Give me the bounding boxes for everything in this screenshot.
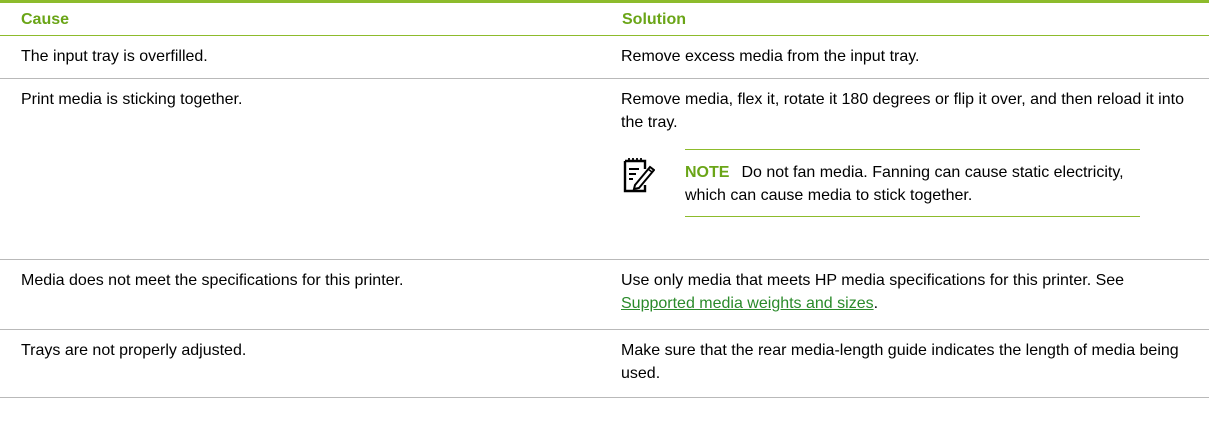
- table-row: Trays are not properly adjusted. Make su…: [0, 330, 1209, 398]
- supported-media-link[interactable]: Supported media weights and sizes: [621, 295, 874, 312]
- table-row: Media does not meet the specifications f…: [0, 260, 1209, 330]
- cause-cell: Print media is sticking together.: [21, 91, 243, 108]
- table-row: The input tray is overfilled. Remove exc…: [0, 36, 1209, 79]
- cause-cell: The input tray is overfilled.: [21, 48, 208, 65]
- troubleshooting-table: Cause Solution The input tray is overfil…: [0, 0, 1209, 398]
- table-row: Print media is sticking together. Remove…: [0, 79, 1209, 260]
- note-pencil-icon: [623, 158, 655, 193]
- cause-cell: Media does not meet the specifications f…: [21, 272, 404, 289]
- solution-text: Use only media that meets HP media speci…: [621, 272, 1125, 289]
- solution-text: Remove media, flex it, rotate it 180 deg…: [621, 91, 1184, 131]
- solution-cell: Remove excess media from the input tray.: [621, 48, 920, 65]
- cause-cell: Trays are not properly adjusted.: [21, 342, 247, 359]
- solution-cell: Make sure that the rear media-length gui…: [621, 342, 1179, 382]
- note-callout: NOTE Do not fan media. Fanning can cause …: [621, 149, 1199, 217]
- note-label: NOTE: [685, 164, 730, 181]
- solution-cell: Use only media that meets HP media speci…: [612, 260, 1209, 329]
- note-text: Do not fan media. Fanning can cause stat…: [685, 164, 1124, 204]
- solution-cell: Remove media, flex it, rotate it 180 deg…: [612, 79, 1209, 259]
- solution-text-end: .: [873, 295, 879, 312]
- header-cause: Cause: [21, 11, 70, 28]
- header-solution: Solution: [622, 11, 686, 28]
- note-body: NOTE Do not fan media. Fanning can cause …: [685, 149, 1140, 217]
- table-header-row: Cause Solution: [0, 3, 1209, 36]
